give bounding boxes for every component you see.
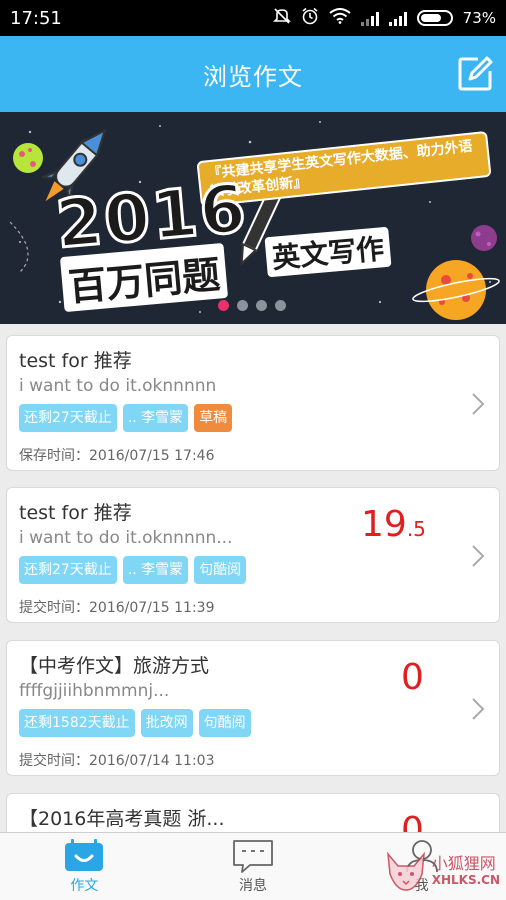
mute-icon <box>272 8 291 28</box>
score-fraction: .5 <box>406 517 426 541</box>
essay-tag: .. 李雪蒙 <box>122 556 189 584</box>
essay-tag: 句酷阅 <box>198 709 251 737</box>
essay-title: test for 推荐 <box>19 502 132 524</box>
pager-dot[interactable] <box>237 300 248 311</box>
essay-tag: 还剩1582天截止 <box>19 709 135 737</box>
essay-title: test for 推荐 <box>19 350 132 372</box>
page-title: 浏览作文 <box>203 62 303 91</box>
essay-tag: 还剩27天截止 <box>19 404 117 432</box>
nav-bar: 浏览作文 <box>0 36 506 112</box>
essay-tag: 批改网 <box>140 709 193 737</box>
essay-excerpt: i want to do it.oknnnnn <box>19 376 217 396</box>
edit-icon[interactable] <box>456 55 494 93</box>
essay-excerpt: ffffgjjiihbnmmnj... <box>19 681 170 701</box>
status-bar: 17:51 73% <box>0 0 506 36</box>
tab-message-label: 消息 <box>239 878 267 894</box>
banner-pager[interactable] <box>218 300 286 311</box>
tab-essay-label: 作文 <box>70 878 99 894</box>
tab-essay[interactable]: 作文 <box>0 833 169 900</box>
essay-tags: 还剩1582天截止 批改网 句酷阅 <box>19 709 251 737</box>
essay-card[interactable]: 【中考作文】旅游方式 ffffgjjiihbnmmnj... 还剩1582天截止 批改… <box>6 640 500 776</box>
draft-badge: 草稿 <box>194 404 233 432</box>
essay-timestamp: 保存时间：2016/07/15 17:46 <box>19 448 215 464</box>
essay-card[interactable]: test for 推荐 i want to do it.oknnnnn... 还剩2… <box>6 487 500 623</box>
tab-bar: 作文 消息 我 小狐狸网 XHLKS.CN <box>0 832 506 900</box>
message-icon <box>233 840 273 873</box>
essay-list: test for 推荐 i want to do it.oknnnnn 还剩27天截… <box>0 324 506 832</box>
score-main: 0 <box>401 657 424 698</box>
battery-icon <box>416 10 453 26</box>
essay-tag: 句酷阅 <box>194 556 247 584</box>
battery-percent: 73% <box>462 9 496 27</box>
essay-title: 【2016年高考真题 浙... <box>19 808 225 830</box>
essay-timestamp: 提交时间：2016/07/14 11:03 <box>19 753 215 769</box>
wifi-icon <box>329 8 351 28</box>
watermark-site: XHLKS.CN <box>431 873 500 887</box>
signal-icon-1 <box>360 10 379 26</box>
chevron-right-icon[interactable] <box>471 697 485 721</box>
chevron-right-icon[interactable] <box>471 544 485 568</box>
pager-dot[interactable] <box>256 300 267 311</box>
essay-excerpt: i want to do it.oknnnnn... <box>19 528 233 548</box>
essay-title: 【中考作文】旅游方式 <box>19 655 210 677</box>
pager-dot[interactable] <box>275 300 286 311</box>
essay-score: 0 <box>401 657 424 698</box>
fox-logo-icon <box>386 851 425 891</box>
essay-card[interactable]: test for 推荐 i want to do it.oknnnnn 还剩27天截… <box>6 335 500 471</box>
essay-score: 19.5 <box>361 504 426 545</box>
essay-tags: 还剩27天截止.. 李雪蒙 句酷阅 <box>19 556 247 584</box>
score-main: 0 <box>401 810 424 832</box>
essay-tag: 还剩27天截止 <box>19 556 117 584</box>
signal-icon-2 <box>388 10 407 26</box>
watermark-name: 小狐狸网 <box>431 854 496 873</box>
score-main: 19 <box>361 504 407 545</box>
essay-tag: .. 李雪蒙 <box>122 404 189 432</box>
site-watermark: 小狐狸网 XHLKS.CN <box>382 850 500 894</box>
tab-message[interactable]: 消息 <box>169 833 338 900</box>
essay-score: 0 <box>401 810 424 832</box>
essay-timestamp: 提交时间：2016/07/15 11:39 <box>19 600 215 616</box>
essay-card[interactable]: 【2016年高考真题 浙... 0 <box>6 793 500 832</box>
battery-level <box>420 14 442 22</box>
essay-tags: 还剩27天截止.. 李雪蒙 草稿 <box>19 404 233 432</box>
chevron-right-icon[interactable] <box>471 392 485 416</box>
pager-dot[interactable] <box>218 300 229 311</box>
essay-icon <box>65 839 104 871</box>
alarm-icon <box>301 7 319 29</box>
promo-banner[interactable]: 『共建共享学生英文写作大数据、助力外语教学改革创新』 2016 百万同题 英文写… <box>0 112 506 324</box>
status-time: 17:51 <box>10 7 62 29</box>
